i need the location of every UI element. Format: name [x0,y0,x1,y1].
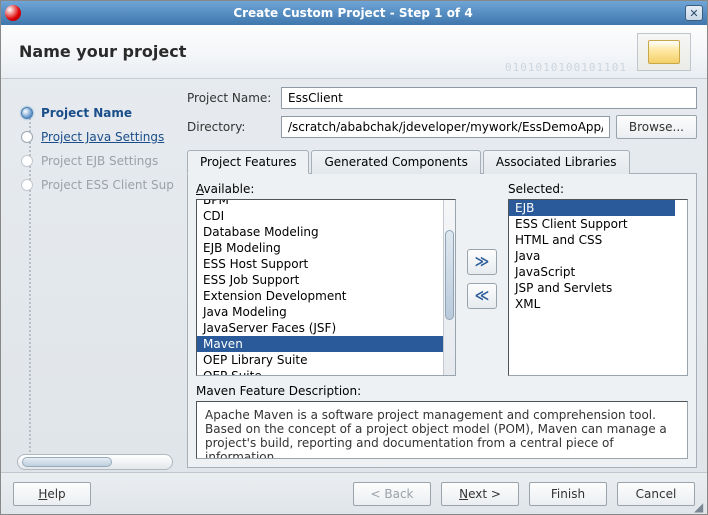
list-item[interactable]: CDI [197,208,443,224]
list-item[interactable]: ESS Host Support [197,256,443,272]
tab-project-features[interactable]: Project Features [187,150,309,174]
wizard-body: Project Name Project Java Settings Proje… [1,79,707,472]
feature-description-label: Maven Feature Description: [196,384,688,398]
app-logo-icon [5,5,21,21]
next-button[interactable]: Next > [441,482,519,506]
main-form: Project Name: Directory: Browse... Proje… [187,87,697,468]
available-column: Available: BPMCDIDatabase ModelingEJB Mo… [196,182,456,376]
wizard-steps-nav: Project Name Project Java Settings Proje… [11,87,179,468]
tab-associated-libraries[interactable]: Associated Libraries [483,150,630,174]
project-name-label: Project Name: [187,91,275,105]
resize-grip-icon[interactable]: ◢ [694,501,706,513]
step-project-name[interactable]: Project Name [11,101,179,125]
step-bullet-icon [21,155,33,167]
browse-button[interactable]: Browse... [616,115,697,139]
feature-description-text: Apache Maven is a software project manag… [196,401,688,459]
tab-content: Available: BPMCDIDatabase ModelingEJB Mo… [187,174,697,468]
list-item[interactable]: OEP Library Suite [197,352,443,368]
tab-generated-components[interactable]: Generated Components [311,150,480,174]
list-item[interactable]: JavaScript [509,264,675,280]
directory-label: Directory: [187,120,275,134]
list-item[interactable]: Maven [197,336,443,352]
list-item[interactable]: EJB Modeling [197,240,443,256]
close-icon[interactable]: ✕ [685,5,703,21]
wizard-header: Name your project 0101010100101101 [1,25,707,79]
step-ess-client-support: Project ESS Client Sup [11,173,179,197]
wizard-footer: Help < Back Next > Finish Cancel [1,472,707,514]
step-label: Project Name [41,106,132,120]
step-label: Project EJB Settings [41,154,158,168]
list-item[interactable]: Java [509,248,675,264]
shuttle-panel: Available: BPMCDIDatabase ModelingEJB Mo… [196,182,688,376]
list-item[interactable]: Java Modeling [197,304,443,320]
list-item[interactable]: JSP and Servlets [509,280,675,296]
list-item[interactable]: OEP Suite [197,368,443,375]
scrollbar-thumb[interactable] [445,230,454,320]
titlebar: Create Custom Project - Step 1 of 4 ✕ [1,1,707,25]
finish-button[interactable]: Finish [529,482,607,506]
folder-icon [637,33,691,71]
list-item[interactable]: Database Modeling [197,224,443,240]
step-bullet-icon [21,179,33,191]
chevron-right-icon: ≫ [475,254,490,270]
step-label: Project ESS Client Sup [41,178,174,192]
step-ejb-settings: Project EJB Settings [11,149,179,173]
chevron-left-icon: ≪ [475,288,490,304]
step-bullet-icon [21,107,33,119]
window-title: Create Custom Project - Step 1 of 4 [21,6,685,20]
project-name-input[interactable] [281,87,697,109]
step-bullet-icon [21,131,33,143]
shuttle-buttons: ≫ ≪ [464,182,500,376]
feature-tabs: Project Features Generated Components As… [187,149,697,174]
list-item[interactable]: Extension Development [197,288,443,304]
directory-input[interactable] [281,116,610,138]
step-label: Project Java Settings [41,130,164,144]
selected-label: Selected: [508,182,688,196]
back-button[interactable]: < Back [353,482,431,506]
list-item[interactable]: JavaServer Faces (JSF) [197,320,443,336]
list-item[interactable]: BPM [197,199,443,208]
scrollbar-thumb[interactable] [22,457,112,467]
move-left-button[interactable]: ≪ [467,283,497,309]
list-item[interactable]: ESS Job Support [197,272,443,288]
selected-listbox[interactable]: EJBESS Client SupportHTML and CSSJavaJav… [508,199,688,376]
list-item[interactable]: ESS Client Support [509,216,675,232]
selected-column: Selected: EJBESS Client SupportHTML and … [508,182,688,376]
step-java-settings[interactable]: Project Java Settings [11,125,179,149]
list-item[interactable]: EJB [509,200,675,216]
nav-horizontal-scrollbar[interactable] [17,454,173,470]
available-listbox[interactable]: BPMCDIDatabase ModelingEJB ModelingESS H… [196,199,456,376]
page-title: Name your project [19,42,186,61]
move-right-button[interactable]: ≫ [467,249,497,275]
list-item[interactable]: XML [509,296,675,312]
header-decoration: 0101010100101101 [505,61,627,74]
list-item[interactable]: HTML and CSS [509,232,675,248]
available-scrollbar[interactable] [443,200,455,375]
cancel-button[interactable]: Cancel [617,482,695,506]
available-label: Available: [196,182,456,196]
help-button[interactable]: Help [13,482,91,506]
